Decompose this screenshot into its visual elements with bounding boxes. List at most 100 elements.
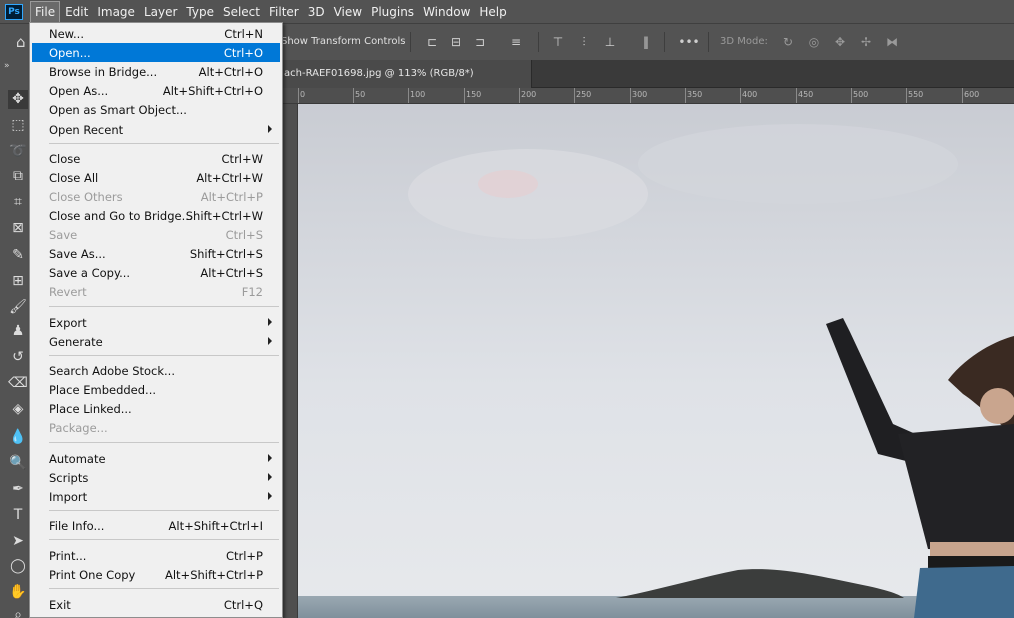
align-left-icon[interactable]: ⊏ — [424, 34, 440, 50]
menu-plugins[interactable]: Plugins — [367, 2, 418, 22]
ruler-label: 600 — [964, 90, 980, 99]
menu-item-save-as[interactable]: Save As... Shift+Ctrl+S — [32, 244, 280, 263]
eyedropper-tool-icon[interactable]: ✎ — [8, 246, 28, 265]
type-tool-icon[interactable]: T — [8, 506, 28, 525]
menu-image[interactable]: Image — [93, 2, 139, 22]
collapse-panel-icon[interactable]: » — [4, 61, 10, 71]
menu-item-package: Package... — [49, 421, 108, 435]
menu-item-place-linked[interactable]: Place Linked... — [32, 399, 280, 418]
menu-item-browse-in-bridge[interactable]: Browse in Bridge... Alt+Ctrl+O — [32, 62, 280, 81]
cloud-tint — [478, 170, 538, 198]
document-canvas[interactable] — [298, 104, 1014, 618]
menu-item-open[interactable]: Open... Ctrl+O — [32, 43, 280, 62]
menu-file[interactable]: File — [30, 0, 61, 23]
stamp-tool-icon[interactable]: ♟ — [8, 322, 28, 341]
menu-item-save-a-copy[interactable]: Save a Copy... Alt+Ctrl+S — [32, 263, 280, 282]
menu-item-open-as[interactable]: Open As... Alt+Shift+Ctrl+O — [32, 81, 280, 100]
3d-slide-icon[interactable]: ✢ — [858, 34, 874, 50]
menu-window[interactable]: Window — [419, 2, 474, 22]
eraser-tool-icon[interactable]: ⌫ — [8, 374, 28, 393]
ruler-label: 550 — [908, 90, 924, 99]
marquee-tool-icon[interactable]: ⬚ — [8, 116, 28, 135]
menu-type[interactable]: Type — [182, 2, 218, 22]
menu-view[interactable]: View — [330, 2, 366, 22]
menu-item-scripts[interactable]: Scripts — [32, 468, 280, 487]
file-menu: New... Ctrl+N Open... Ctrl+O Browse in Bri… — [29, 22, 283, 618]
hand-tool-icon[interactable]: ✋ — [8, 583, 28, 602]
menu-separator — [49, 143, 279, 144]
menu-select[interactable]: Select — [219, 2, 264, 22]
menu-item-print[interactable]: Print... Ctrl+P — [32, 546, 280, 565]
menu-item-search-adobe-stock[interactable]: Search Adobe Stock... — [32, 361, 280, 380]
lasso-tool-icon[interactable]: ➰ — [8, 142, 28, 161]
path-selection-tool-icon[interactable]: ➤ — [8, 532, 28, 551]
menu-item-place-embedded[interactable]: Place Embedded... — [32, 380, 280, 399]
menu-item-open-as-smart-object[interactable]: Open as Smart Object... — [32, 100, 280, 119]
ruler-tick — [408, 88, 409, 103]
3d-scale-icon[interactable]: ⧓ — [884, 34, 900, 50]
menu-item-close[interactable]: Close Ctrl+W — [32, 149, 280, 168]
menu-item-close-others: Close Others Alt+Ctrl+P — [49, 190, 263, 204]
menu-item-export[interactable]: Export — [32, 313, 280, 332]
menu-3d[interactable]: 3D — [304, 2, 329, 22]
align-center-icon[interactable]: ⊟ — [448, 34, 464, 50]
document-tab-title: ach-RAEF01698.jpg @ 113% (RGB/8*) — [284, 68, 474, 79]
brush-tool-icon[interactable]: 🖌 — [8, 298, 28, 317]
menu-item-automate[interactable]: Automate — [32, 449, 280, 468]
distribute-icon[interactable]: ≡ — [508, 34, 524, 50]
more-options-icon[interactable]: ••• — [678, 34, 700, 50]
ruler-label: 150 — [466, 90, 482, 99]
zoom-tool-icon[interactable]: ⌕ — [8, 606, 28, 618]
blur-tool-icon[interactable]: 💧 — [8, 428, 28, 447]
healing-tool-icon[interactable]: ⊞ — [8, 272, 28, 291]
menu-item-open-recent[interactable]: Open Recent — [32, 120, 280, 139]
menu-item-print-one-copy[interactable]: Print One Copy Alt+Shift+Ctrl+P — [32, 565, 280, 584]
ruler-tick — [685, 88, 686, 103]
submenu-arrow-icon — [268, 473, 272, 481]
submenu-arrow-icon — [268, 454, 272, 462]
3d-pan-icon[interactable]: ✥ — [832, 34, 848, 50]
distribute-vertical-icon[interactable]: ‖ — [638, 34, 654, 50]
menu-filter[interactable]: Filter — [265, 2, 303, 22]
sea — [298, 596, 1014, 618]
dodge-tool-icon[interactable]: 🔍 — [8, 454, 28, 473]
history-brush-tool-icon[interactable]: ↺ — [8, 348, 28, 367]
menu-layer[interactable]: Layer — [140, 2, 181, 22]
menu-edit[interactable]: Edit — [61, 2, 92, 22]
menu-item-new[interactable]: New... Ctrl+N — [32, 24, 280, 43]
ruler-label: 500 — [853, 90, 869, 99]
menu-item-import[interactable]: Import — [32, 487, 280, 506]
ruler-label: 250 — [576, 90, 592, 99]
align-bottom-icon[interactable]: ⊥ — [602, 34, 618, 50]
menu-item-file-info[interactable]: File Info... Alt+Shift+Ctrl+I — [32, 516, 280, 535]
menu-item-close-and-go-to-bridge[interactable]: Close and Go to Bridge... Shift+Ctrl+W — [32, 206, 280, 225]
menu-item-close-all[interactable]: Close All Alt+Ctrl+W — [32, 168, 280, 187]
menu-help[interactable]: Help — [475, 2, 510, 22]
ruler-tick — [298, 88, 299, 103]
show-transform-controls-label[interactable]: Show Transform Controls — [281, 36, 405, 47]
photo — [298, 104, 1014, 618]
ellipse-tool-icon[interactable]: ◯ — [8, 557, 28, 576]
paint-bucket-tool-icon[interactable]: ◈ — [8, 400, 28, 419]
menu-item-save: Save Ctrl+S — [49, 228, 263, 242]
ruler-tick — [519, 88, 520, 103]
3d-orbit-icon[interactable]: ↻ — [780, 34, 796, 50]
object-selection-tool-icon[interactable]: ⧉ — [8, 167, 28, 186]
document-tab[interactable]: ach-RAEF01698.jpg @ 113% (RGB/8*) — [282, 60, 532, 88]
menu-item-generate[interactable]: Generate — [32, 332, 280, 351]
menu-item-exit[interactable]: Exit Ctrl+Q — [32, 595, 280, 614]
align-middle-icon[interactable]: ⫶ — [576, 34, 592, 50]
frame-tool-icon[interactable]: ⊠ — [8, 219, 28, 238]
crop-tool-icon[interactable]: ⌗ — [8, 193, 28, 212]
align-right-icon[interactable]: ⊐ — [472, 34, 488, 50]
menu-separator — [49, 442, 279, 443]
move-tool-icon[interactable]: ✥ — [8, 90, 28, 109]
align-top-icon[interactable]: ⊤ — [550, 34, 566, 50]
submenu-arrow-icon — [268, 125, 272, 133]
menu-separator — [49, 510, 279, 511]
pen-tool-icon[interactable]: ✒ — [8, 480, 28, 499]
menu-separator — [49, 588, 279, 589]
3d-roll-icon[interactable]: ◎ — [806, 34, 822, 50]
ruler-label: 450 — [798, 90, 814, 99]
ruler-tick — [906, 88, 907, 103]
